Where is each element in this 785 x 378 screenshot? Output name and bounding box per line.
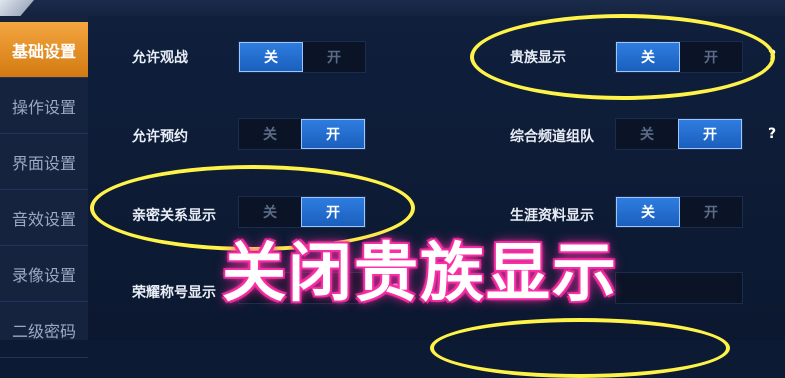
sidebar-item-label: 基础设置 (11, 41, 76, 61)
toggle-on-option[interactable]: 开 (678, 119, 742, 149)
toggle-on-option[interactable]: 开 (680, 42, 742, 72)
toggle-off-option[interactable] (616, 273, 679, 303)
sidebar-item-label: 界面设置 (11, 153, 76, 173)
intimacy-display-label: 亲密关系显示 (132, 208, 216, 224)
toggle-on-option[interactable] (679, 273, 742, 303)
sidebar-item-label: 操作设置 (11, 97, 76, 117)
sidebar-item-replay[interactable]: 录像设置 (0, 246, 88, 302)
noble-display-help-icon[interactable]: ? (768, 48, 776, 64)
sidebar-item-label: 音效设置 (11, 209, 76, 229)
sidebar-item-interface[interactable]: 界面设置 (0, 134, 88, 190)
channel-team-toggle[interactable]: 关 开 (615, 118, 743, 150)
honor-title-display-label: 荣耀称号显示 (132, 285, 216, 301)
toggle-off-option[interactable]: 关 (616, 197, 680, 227)
toggle-on-option[interactable]: 开 (301, 119, 365, 149)
toggle-off-option[interactable]: 关 (616, 42, 680, 72)
allow-reservation-label: 允许预约 (132, 129, 188, 145)
sidebar-item-basic[interactable]: 基础设置 (0, 22, 88, 78)
toggle-off-option[interactable]: 关 (239, 42, 303, 72)
row4-right-toggle[interactable] (615, 272, 743, 304)
toggle-off-option[interactable]: 关 (239, 119, 301, 149)
allow-reservation-toggle[interactable]: 关 开 (238, 118, 366, 150)
sidebar-item-audio[interactable]: 音效设置 (0, 190, 88, 246)
sidebar-item-secondary-password[interactable]: 二级密码 (0, 302, 88, 358)
top-bar (0, 0, 785, 17)
toggle-on-option[interactable]: 开 (680, 197, 742, 227)
allow-spectate-label: 允许观战 (132, 50, 188, 66)
back-button[interactable] (0, 0, 34, 16)
noble-display-toggle[interactable]: 关 开 (615, 41, 743, 73)
toggle-on-option[interactable]: 开 (303, 42, 365, 72)
noble-display-label: 贵族显示 (510, 50, 566, 66)
toggle-off-option[interactable]: 关 (616, 119, 678, 149)
channel-team-label: 综合频道组队 (510, 129, 594, 145)
settings-sidebar: 基础设置 操作设置 界面设置 音效设置 录像设置 二级密码 (0, 16, 89, 358)
allow-spectate-toggle[interactable]: 关 开 (238, 41, 366, 73)
sidebar-item-controls[interactable]: 操作设置 (0, 78, 88, 134)
sidebar-item-label: 录像设置 (11, 265, 76, 285)
sidebar-item-label: 二级密码 (11, 321, 76, 341)
channel-team-help-icon[interactable]: ? (768, 126, 776, 142)
caption-overlay: 关闭贵族显示 (222, 237, 618, 311)
career-display-toggle[interactable]: 关 开 (615, 196, 743, 228)
